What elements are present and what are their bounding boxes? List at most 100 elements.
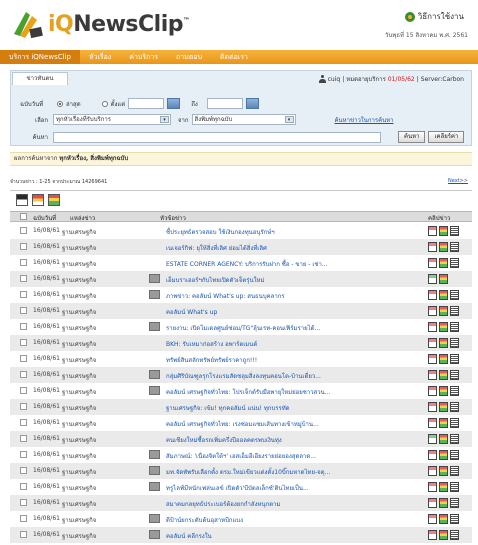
row-checkbox[interactable] xyxy=(20,467,27,474)
image-icon[interactable] xyxy=(149,274,160,283)
calendar-icon[interactable] xyxy=(167,98,181,109)
ppt-icon[interactable] xyxy=(439,402,448,412)
row-headline-link[interactable]: คนเชียงใหม่ซื้อรถเพิ่มครึ่งปีออลคตรพบเงิ… xyxy=(166,435,412,445)
next-page-link[interactable]: Next>> xyxy=(448,178,468,184)
row-headline-link[interactable]: สมาคมกลยุทธ์ประเบอร์ต้องยกกำลังหนุกตาม xyxy=(166,499,412,509)
pdf-icon[interactable] xyxy=(428,258,437,268)
row-checkbox[interactable] xyxy=(20,499,27,506)
pdf-icon[interactable] xyxy=(428,434,437,444)
image-icon[interactable] xyxy=(149,482,160,491)
pdf-icon[interactable] xyxy=(428,274,437,284)
row-checkbox[interactable] xyxy=(20,259,27,266)
text-icon[interactable] xyxy=(450,290,459,300)
nav-item-service[interactable]: บริการ iQNewsClip xyxy=(0,50,80,64)
pdf-icon[interactable] xyxy=(428,466,437,476)
row-headline-link[interactable]: คอลัมน์ เศรษฐกิจทั่วไทย: โปรเจ็กต์รับมือ… xyxy=(166,387,412,397)
radio-latest[interactable] xyxy=(57,100,63,107)
text-icon[interactable] xyxy=(450,498,459,508)
col-date[interactable]: ฉบับวันที่ xyxy=(33,213,56,223)
ppt-icon[interactable] xyxy=(439,290,448,300)
folder-icon[interactable] xyxy=(16,194,28,206)
pdf-icon[interactable] xyxy=(428,450,437,460)
row-checkbox[interactable] xyxy=(20,387,27,394)
image-icon[interactable] xyxy=(149,322,160,331)
text-icon[interactable] xyxy=(450,306,459,316)
row-headline-link[interactable]: BKH: รับเหมาก่อสร้าง อพาร์ตเมนต์ xyxy=(166,339,412,349)
row-checkbox[interactable] xyxy=(20,403,27,410)
ppt-icon[interactable] xyxy=(439,498,448,508)
pdf-icon[interactable] xyxy=(428,530,437,540)
ppt-icon[interactable] xyxy=(439,274,448,284)
ppt-icon[interactable] xyxy=(439,466,448,476)
howto-link[interactable]: วิธีการใช้งาน xyxy=(404,10,464,23)
row-checkbox[interactable] xyxy=(20,371,27,378)
row-headline-link[interactable]: ทรัพย์สินสลักทรัพย์ทรัพย์ราคาถูก!!! xyxy=(166,355,412,365)
calendar-icon[interactable] xyxy=(245,98,259,109)
row-headline-link[interactable]: คอลัมน์ เศรษฐกิจทั่วไทย: เรงซ่อมแซมเส้นท… xyxy=(166,419,412,429)
search-button[interactable]: ค้นหา xyxy=(398,131,426,143)
clear-button[interactable]: เคลียร์ค่า xyxy=(428,131,465,143)
date-to-input[interactable] xyxy=(206,98,243,109)
text-icon[interactable] xyxy=(450,322,459,332)
row-checkbox[interactable] xyxy=(20,227,27,234)
col-source[interactable]: แหล่งข่าว xyxy=(70,213,95,223)
image-icon[interactable] xyxy=(149,466,160,475)
row-headline-link[interactable]: ฐานเศรษฐกิจ: เข้ม! ทุกคอลัมน์ แน่น! ทุกบ… xyxy=(166,403,412,413)
text-icon[interactable] xyxy=(450,386,459,396)
search-input[interactable] xyxy=(53,131,381,143)
image-icon[interactable] xyxy=(149,290,160,299)
row-headline-link[interactable]: ดีป้าน์ยกระดับด้นอุสาหบีกแบง xyxy=(166,515,412,525)
ppt-icon[interactable] xyxy=(439,482,448,492)
text-icon[interactable] xyxy=(450,242,459,252)
text-icon[interactable] xyxy=(450,354,459,364)
text-icon[interactable] xyxy=(450,466,459,476)
image-icon[interactable] xyxy=(149,450,160,459)
ppt-icon[interactable] xyxy=(439,226,448,236)
pdf-icon[interactable] xyxy=(428,418,437,428)
image-icon[interactable] xyxy=(149,530,160,539)
ppt-icon[interactable] xyxy=(439,514,448,524)
row-headline-link[interactable]: ทรูไลฟ์มีหนักเฟล่นเลข์ เปิดตัว'บีบัดลเล็… xyxy=(166,483,412,493)
pdf-icon[interactable] xyxy=(428,482,437,492)
row-headline-link[interactable]: รายงาน: เปิดโมเดลศูนย์ซ่อม/TG"ลุ้นเรท-คอ… xyxy=(166,323,412,333)
pdf-icon[interactable] xyxy=(428,354,437,364)
pdf-icon[interactable] xyxy=(428,306,437,316)
ppt-icon[interactable] xyxy=(439,434,448,444)
ppt-icon[interactable] xyxy=(439,354,448,364)
date-from-input[interactable] xyxy=(128,98,165,109)
advanced-search-link[interactable]: ค้นหาข่าวในการค้นหา xyxy=(335,115,394,125)
ppt-icon[interactable] xyxy=(439,418,448,428)
row-checkbox[interactable] xyxy=(20,307,27,314)
row-checkbox[interactable] xyxy=(20,435,27,442)
radio-since[interactable] xyxy=(101,100,108,107)
text-icon[interactable] xyxy=(450,530,459,540)
row-headline-link[interactable]: ชี้ประยุทธ์ตรวจสอบ ใช้เงินกองทุนอนุรักษ์… xyxy=(166,227,412,237)
row-headline-link[interactable]: เอ็มบราเออร์ฯกับไทยเปิดตัวเจ็ตรุ่นใหม่ xyxy=(166,275,412,285)
text-icon[interactable] xyxy=(450,450,459,460)
text-icon[interactable] xyxy=(450,370,459,380)
row-checkbox[interactable] xyxy=(20,243,27,250)
topic-select[interactable]: ทุกหัวเรื่องที่รับบริการ ▾ xyxy=(53,114,171,125)
pdf-icon[interactable] xyxy=(428,370,437,380)
text-icon[interactable] xyxy=(450,338,459,348)
text-icon[interactable] xyxy=(450,226,459,236)
image-icon[interactable] xyxy=(149,386,160,395)
row-headline-link[interactable]: สัมภาษณ์: 'เนื่องจิตใต้ฯ' เอสเอ็มอีเอียง… xyxy=(166,451,412,461)
ppt-icon[interactable] xyxy=(439,530,448,540)
pdf-icon[interactable] xyxy=(428,322,437,332)
nav-item-faq[interactable]: ถามตอบ xyxy=(167,50,211,64)
ppt-icon[interactable] xyxy=(439,338,448,348)
text-icon[interactable] xyxy=(450,482,459,492)
ppt-clip-icon[interactable] xyxy=(48,194,60,206)
ppt-icon[interactable] xyxy=(439,322,448,332)
row-checkbox[interactable] xyxy=(20,275,27,282)
pdf-icon[interactable] xyxy=(428,402,437,412)
pdf-icon[interactable] xyxy=(428,242,437,252)
row-headline-link[interactable]: ภาพข่าว: คอลัมน์ What's up: สนธนบุคลากร xyxy=(166,291,412,301)
row-checkbox[interactable] xyxy=(20,483,27,490)
row-checkbox[interactable] xyxy=(20,419,27,426)
image-icon[interactable] xyxy=(149,370,160,379)
row-headline-link[interactable]: กลุ่มศิริบัณฑูลรุกโรงแรมสัดชลุมสิ่งลงทุน… xyxy=(166,371,412,381)
row-headline-link[interactable]: ESTATE CORNER AGENCY: บริการรับฝาก ซื้อ … xyxy=(166,259,412,269)
logo[interactable]: iQNewsClip™ xyxy=(10,10,190,42)
